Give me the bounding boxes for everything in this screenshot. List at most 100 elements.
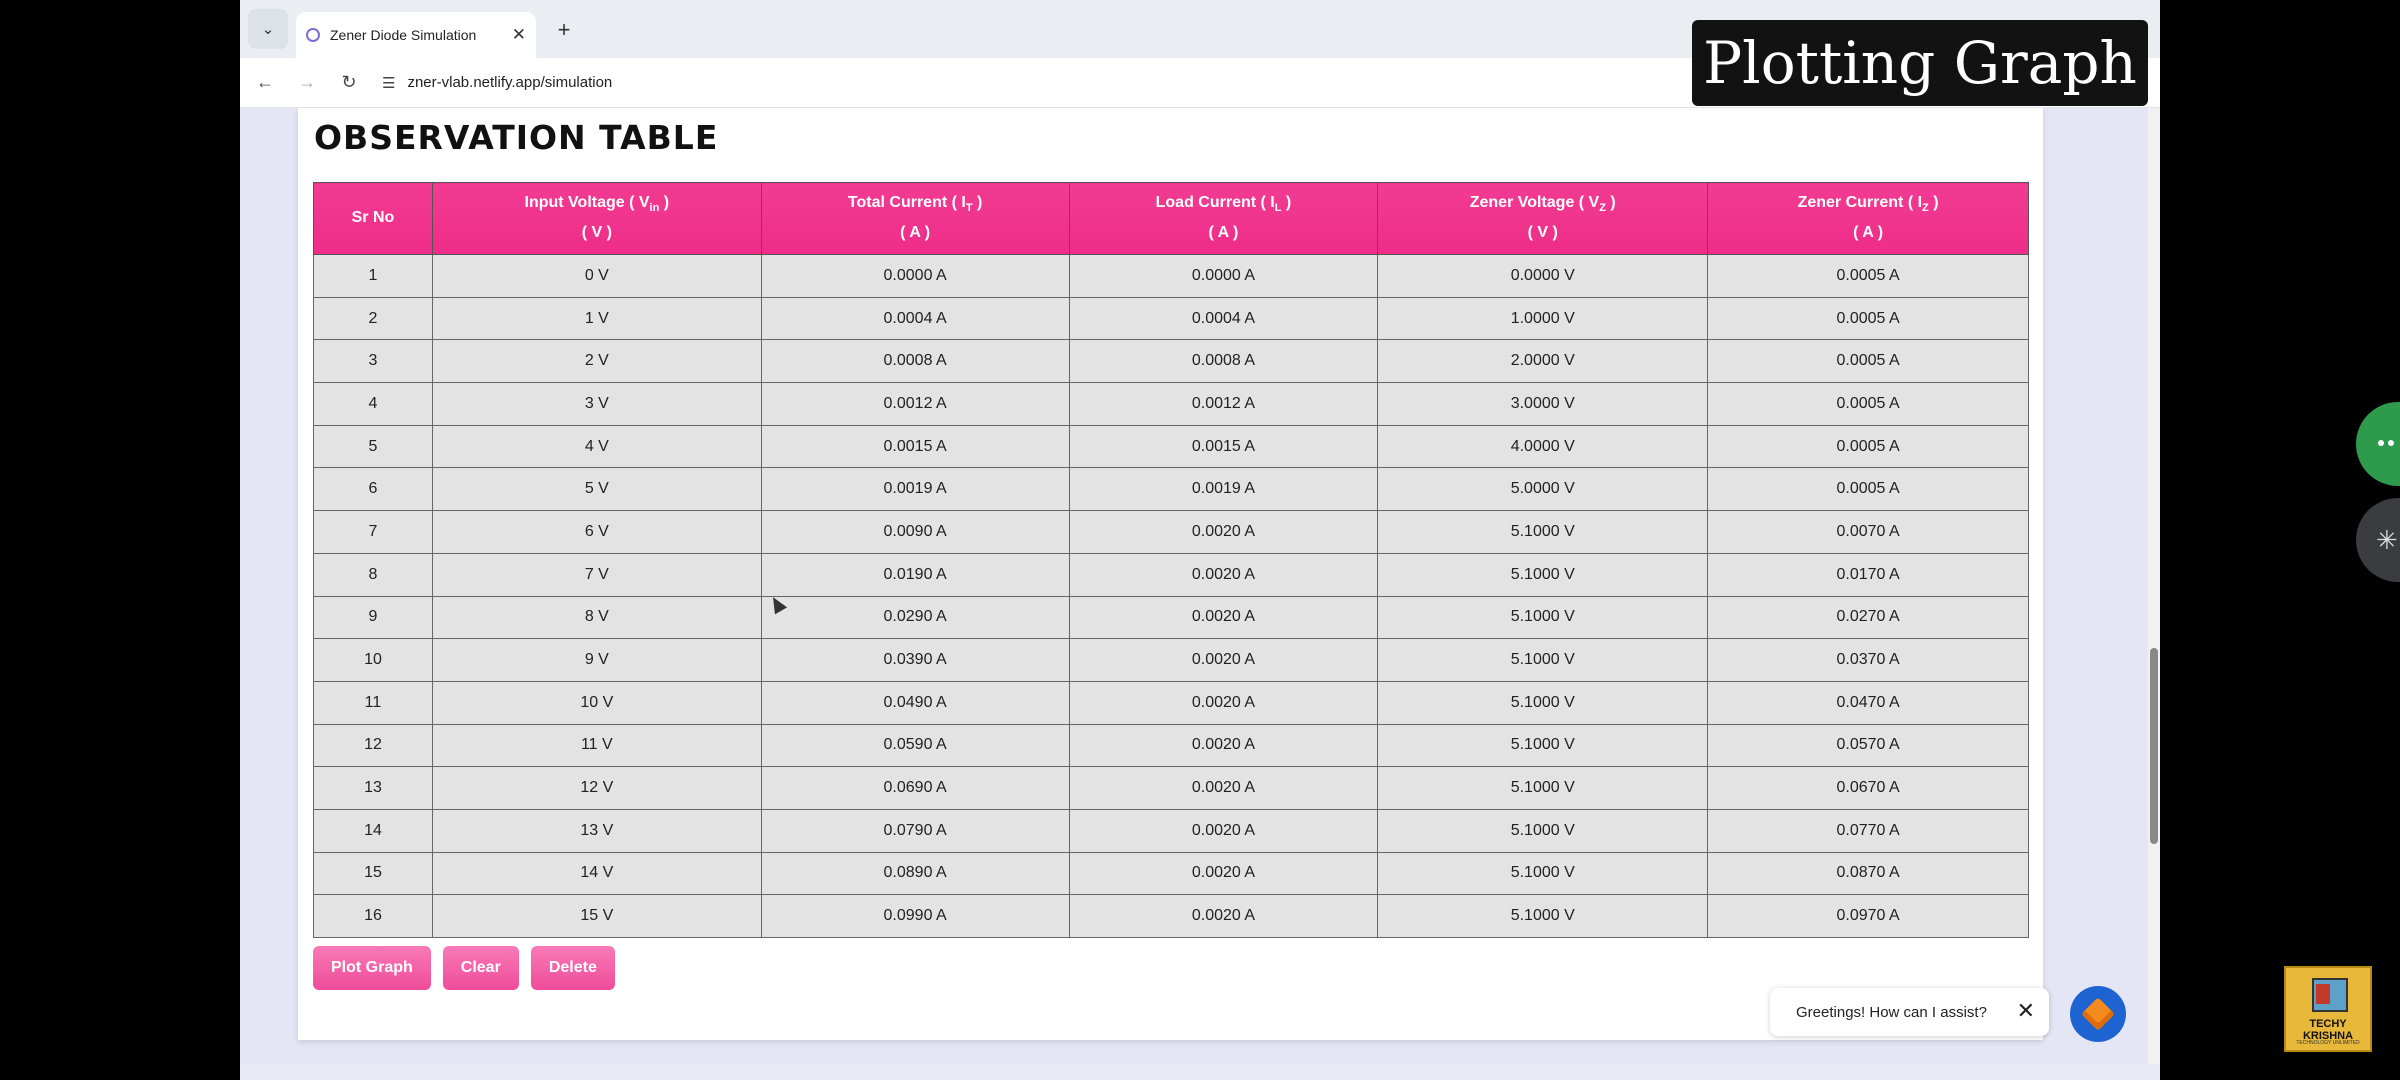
table-cell: 12 [313, 723, 433, 768]
table-header-row: Sr No Input Voltage ( Vin ) ( V ) Total Cur… [313, 182, 2029, 255]
table-cell: 4 [313, 382, 433, 426]
forward-arrow-icon[interactable]: → [290, 66, 324, 100]
table-cell: 0.0670 A [1707, 766, 2029, 810]
observation-card: OBSERVATION TABLE Sr No Input Voltage ( V… [298, 108, 2043, 1040]
column-header-unit: ( V ) [1527, 224, 1558, 242]
table-cell: 0.0170 A [1707, 552, 2029, 597]
column-header-label: Load Current ( IL ) [1155, 194, 1292, 215]
table-row: 87 V 0.0190 A 0.0020 A 5.1000 V 0.0170 A [313, 552, 2029, 597]
table-cell: 0.0020 A [1068, 680, 1379, 725]
clear-button[interactable]: Clear [442, 946, 519, 990]
table-cell: 11 V [431, 723, 762, 768]
site-settings-icon[interactable]: ☰ [382, 74, 395, 92]
table-cell: 0.0590 A [760, 723, 1070, 768]
new-tab-plus-icon[interactable]: + [544, 10, 584, 50]
table-cell: 0.0005 A [1707, 339, 2029, 384]
table-cell: 0.0000 A [760, 254, 1070, 298]
table-cell: 5.1000 V [1377, 510, 1709, 554]
video-overlay-title: Plotting Graph [1692, 20, 2148, 106]
channel-logo: TECHY KRISHNA TECHNOLOGY UNLIMITED [2284, 966, 2372, 1052]
table-row: 76 V 0.0090 A 0.0020 A 5.1000 V 0.0070 A [313, 510, 2029, 554]
table-cell: 15 [313, 851, 433, 896]
table-cell: 0.0020 A [1068, 595, 1379, 640]
table-cell: 0.0490 A [760, 680, 1070, 725]
column-header-unit: ( A ) [900, 224, 931, 242]
table-cell: 15 V [431, 894, 762, 938]
table-cell: 0.0015 A [760, 424, 1070, 469]
observation-table: Sr No Input Voltage ( Vin ) ( V ) Total Cur… [313, 182, 2029, 938]
screen: ⌄ Zener Diode Simulation ✕ + ← → ↻ ☰ zne… [0, 0, 2400, 1080]
table-row: 21 V 0.0004 A 0.0004 A 1.0000 V 0.0005 A [313, 296, 2029, 341]
table-cell: 13 [313, 766, 433, 810]
table-cell: 0.0090 A [760, 510, 1070, 554]
table-cell: 6 V [431, 510, 762, 554]
table-cell: 0.0019 A [760, 467, 1070, 512]
table-cell: 0.0190 A [760, 552, 1070, 597]
chat-cube-icon [2081, 997, 2115, 1031]
tab-search-chevron-icon[interactable]: ⌄ [248, 9, 288, 49]
tab-close-icon[interactable]: ✕ [512, 25, 526, 45]
column-header-label: Zener Current ( IZ ) [1797, 194, 1939, 215]
table-row: 15 14 V 0.0890 A 0.0020 A 5.1000 V 0.0870 A [313, 851, 2029, 896]
page-title: OBSERVATION TABLE [314, 118, 719, 157]
reload-icon[interactable]: ↻ [332, 66, 366, 100]
table-cell: 10 V [431, 680, 762, 725]
table-row: 43 V 0.0012 A 0.0012 A 3.0000 V 0.0005 A [313, 382, 2029, 426]
plot-graph-button[interactable]: Plot Graph [313, 946, 431, 990]
table-cell: 0.0370 A [1707, 638, 2029, 682]
table-row: 16 15 V 0.0990 A 0.0020 A 5.1000 V 0.0970 A [313, 894, 2029, 938]
table-cell: 3.0000 V [1377, 382, 1709, 426]
table-row: 10 V 0.0000 A 0.0000 A 0.0000 V 0.0005 A [313, 254, 2029, 298]
column-header: Input Voltage ( Vin ) ( V ) [431, 182, 762, 255]
table-cell: 1.0000 V [1377, 296, 1709, 341]
table-cell: 0.0004 A [1068, 296, 1379, 341]
page-scrollbar[interactable] [2148, 108, 2160, 1064]
table-cell: 0.0770 A [1707, 808, 2029, 853]
table-row: 54 V 0.0015 A 0.0015 A 4.0000 V 0.0005 A [313, 424, 2029, 469]
column-header-label: Input Voltage ( Vin ) [524, 194, 670, 215]
browser-tab[interactable]: Zener Diode Simulation ✕ [296, 12, 536, 58]
table-cell: 0.0005 A [1707, 467, 2029, 512]
table-cell: 16 [313, 894, 433, 938]
delete-button[interactable]: Delete [530, 946, 615, 990]
column-header-label: Sr No [351, 209, 395, 227]
table-cell: 5.0000 V [1377, 467, 1709, 512]
table-cell: 0.0005 A [1707, 254, 2029, 298]
table-cell: 0.0990 A [760, 894, 1070, 938]
table-cell: 9 [313, 595, 433, 640]
scrollbar-thumb[interactable] [2150, 648, 2158, 844]
table-cell: 0.0270 A [1707, 595, 2029, 640]
table-cell: 0.0290 A [760, 595, 1070, 640]
side-green-more-icon[interactable] [2356, 402, 2400, 486]
table-row: 98 V 0.0290 A 0.0020 A 5.1000 V 0.0270 A [313, 595, 2029, 640]
table-cell: 10 [313, 638, 433, 682]
table-cell: 5 V [431, 467, 762, 512]
column-header-unit: ( V ) [581, 224, 612, 242]
logo-tagline: TECHNOLOGY UNLIMITED [2296, 1040, 2360, 1046]
table-cell: 0.0390 A [760, 638, 1070, 682]
table-body: 10 V 0.0000 A 0.0000 A 0.0000 V 0.0005 A21 V… [313, 254, 2029, 938]
table-cell: 0.0690 A [760, 766, 1070, 810]
back-arrow-icon[interactable]: ← [248, 66, 282, 100]
table-cell: 0.0020 A [1068, 808, 1379, 853]
table-row: 13 12 V 0.0690 A 0.0020 A 5.1000 V 0.0670 A [313, 766, 2029, 810]
logo-building-accent [2316, 984, 2330, 1004]
browser-bottom-strip [240, 1064, 2160, 1080]
table-row: 14 13 V 0.0790 A 0.0020 A 5.1000 V 0.0770 A [313, 808, 2029, 853]
chat-greeting-bubble[interactable]: Greetings! How can I assist? ✕ [1770, 988, 2049, 1036]
table-cell: 0.0000 A [1068, 254, 1379, 298]
table-cell: 0.0020 A [1068, 552, 1379, 597]
chat-launcher-button[interactable] [2070, 986, 2126, 1042]
table-cell: 0.0020 A [1068, 723, 1379, 768]
table-cell: 0 V [431, 254, 762, 298]
table-cell: 1 V [431, 296, 762, 341]
table-cell: 5 [313, 424, 433, 469]
side-loading-icon[interactable]: ✳ [2356, 498, 2400, 582]
table-cell: 5.1000 V [1377, 808, 1709, 853]
table-cell: 8 [313, 552, 433, 597]
table-cell: 0.0020 A [1068, 510, 1379, 554]
column-header-unit: ( A ) [1853, 224, 1884, 242]
browser-window: ⌄ Zener Diode Simulation ✕ + ← → ↻ ☰ zne… [240, 0, 2160, 1080]
chat-close-icon[interactable]: ✕ [2017, 998, 2035, 1024]
table-row: 10 9 V 0.0390 A 0.0020 A 5.1000 V 0.0370 A [313, 638, 2029, 682]
